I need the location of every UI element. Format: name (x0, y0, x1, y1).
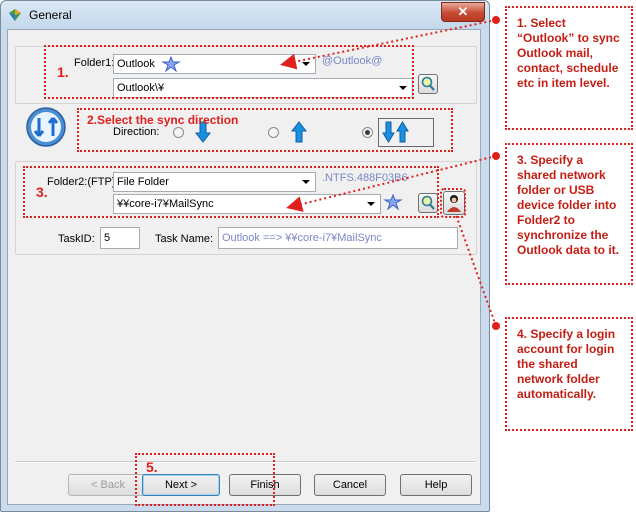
callout4-pointer-dot (492, 322, 500, 330)
callout3-pointer-dot (492, 152, 500, 160)
callout-step3: 3. Specify a shared network folder or US… (505, 143, 633, 285)
callout1-pointer-dot (492, 16, 500, 24)
callout-step4: 4. Specify a login account for login the… (505, 317, 633, 431)
callout-step1: 1. Select “Outlook” to sync Outlook mail… (505, 6, 633, 130)
